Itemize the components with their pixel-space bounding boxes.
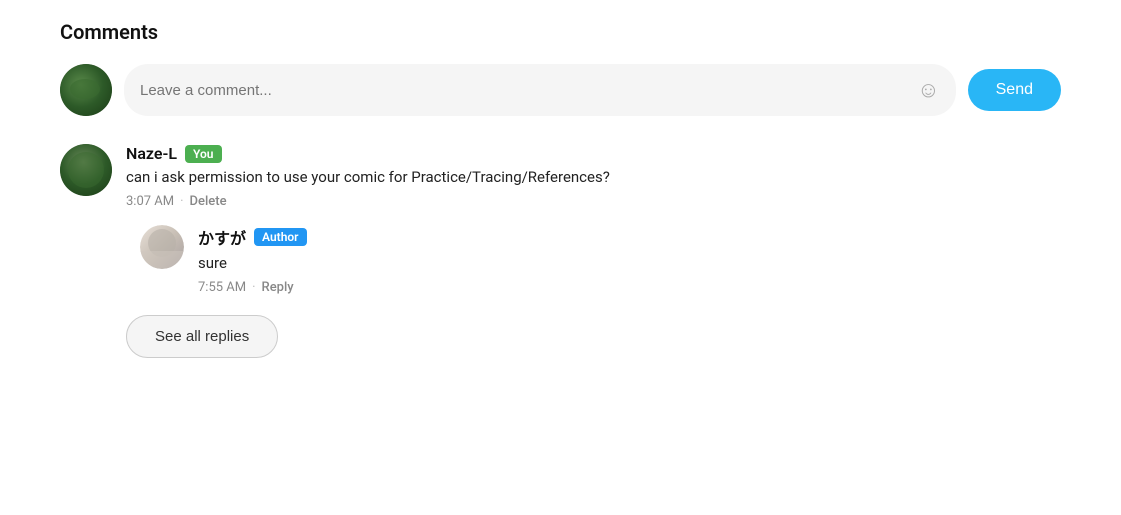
comment-timestamp: 3:07 AM	[126, 194, 174, 209]
emoji-icon[interactable]: ☺	[917, 77, 939, 103]
reply-link[interactable]: Reply	[262, 280, 294, 295]
see-all-replies-button[interactable]: See all replies	[126, 315, 278, 358]
reply-dot-separator: ·	[252, 280, 255, 295]
current-user-avatar-img	[60, 64, 112, 116]
comment-input-row: ☺ Send	[60, 64, 1061, 116]
reply-author-avatar	[140, 225, 184, 269]
comment-text: can i ask permission to use your comic f…	[126, 167, 1061, 188]
comments-title: Comments	[60, 20, 1061, 44]
reply-timestamp: 7:55 AM	[198, 280, 246, 295]
reply-text: sure	[198, 253, 1061, 274]
delete-link[interactable]: Delete	[190, 194, 227, 209]
reply-author-avatar-img	[140, 225, 184, 269]
commenter-avatar	[60, 144, 112, 196]
you-badge: You	[185, 145, 221, 163]
reply-content: かすが Author sure 7:55 AM · Reply	[198, 225, 1061, 295]
reply-author-row: かすが Author	[198, 225, 1061, 249]
reply-author-name: かすが	[198, 225, 246, 249]
reply-meta: 7:55 AM · Reply	[198, 280, 1061, 295]
comment-meta: 3:07 AM · Delete	[126, 194, 1061, 209]
comment-author-row: Naze-L You	[126, 144, 1061, 163]
comment-author-name: Naze-L	[126, 144, 177, 163]
author-badge: Author	[254, 228, 306, 246]
comment-content: Naze-L You can i ask permission to use y…	[126, 144, 1061, 358]
send-button[interactable]: Send	[968, 69, 1061, 111]
comment-block: Naze-L You can i ask permission to use y…	[60, 144, 1061, 358]
current-user-avatar	[60, 64, 112, 116]
commenter-avatar-img	[60, 144, 112, 196]
reply-section: かすが Author sure 7:55 AM · Reply	[140, 225, 1061, 295]
comment-input[interactable]	[140, 82, 917, 99]
comment-input-wrapper: ☺	[124, 64, 956, 116]
dot-separator: ·	[180, 194, 183, 209]
